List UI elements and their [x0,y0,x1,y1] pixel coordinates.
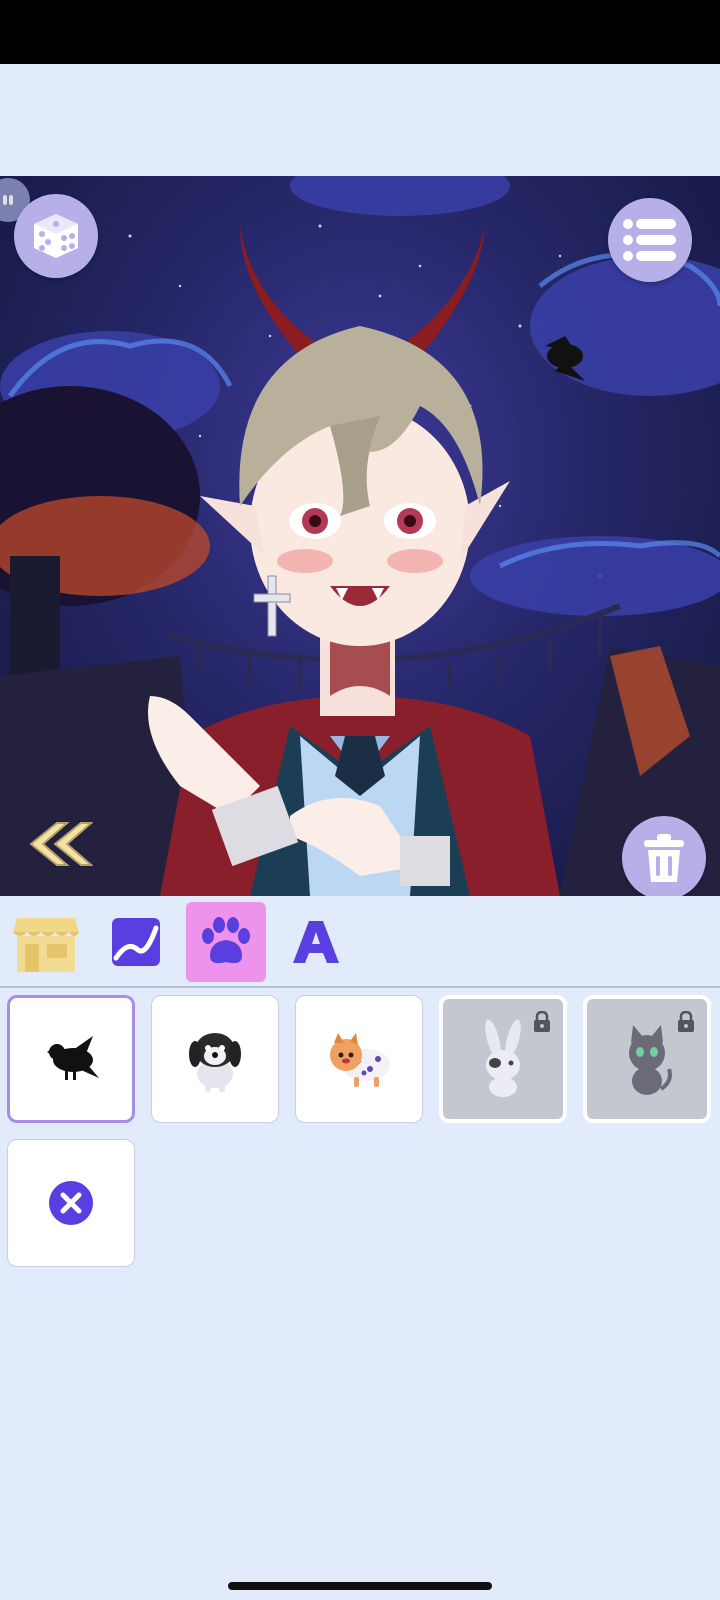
pet-item-bunny-locked[interactable] [439,995,567,1123]
letter-a-icon [293,921,339,963]
category-tabs [0,896,720,988]
top-spacer [0,64,720,176]
tab-shop[interactable] [6,902,86,982]
puppy-icon [189,1033,241,1092]
randomize-button[interactable] [14,194,98,278]
tab-background[interactable] [96,902,176,982]
delete-button[interactable] [622,816,706,896]
crow-icon [47,1036,99,1080]
shop-icon [13,918,79,972]
paw-icon [202,917,250,964]
scene-illustration [0,176,720,896]
home-indicator[interactable] [228,1582,492,1590]
remove-icon [49,1181,93,1225]
status-bar [0,0,720,64]
bunny-icon [485,1019,521,1097]
tab-pets[interactable] [186,902,266,982]
character-canvas [0,176,720,896]
menu-button[interactable] [608,198,692,282]
dice-icon [34,214,78,258]
pet-item-cat-locked[interactable] [583,995,711,1123]
pet-item-puppy[interactable] [151,995,279,1123]
pet-item-crow[interactable] [7,995,135,1123]
landscape-icon [112,918,160,966]
pet-item-none[interactable] [7,1139,135,1267]
pet-item-pomeranian[interactable] [295,995,423,1123]
lock-icon [678,1011,694,1032]
pomeranian-icon [330,1033,390,1087]
tab-text[interactable] [276,902,356,982]
cat-icon [629,1025,672,1095]
lock-icon [534,1011,550,1032]
trash-icon [644,834,684,882]
collapse-button[interactable] [20,816,96,872]
double-chevron-left-icon [29,822,93,866]
list-menu-icon [623,219,676,261]
